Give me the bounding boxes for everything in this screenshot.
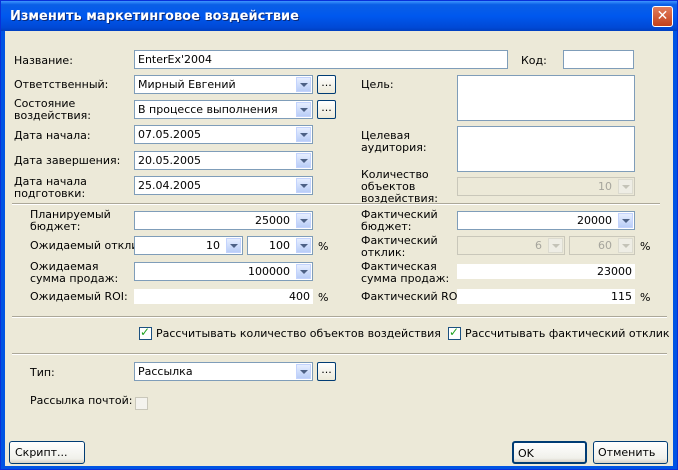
actual-roi-unit: % bbox=[640, 291, 651, 304]
expected-roi-value: 400 bbox=[134, 289, 313, 304]
type-label: Тип: bbox=[30, 366, 55, 379]
end-date-picker[interactable]: 20.05.2005 bbox=[134, 151, 313, 170]
type-value: Рассылка bbox=[138, 365, 193, 378]
actual-budget-value: 20000 bbox=[577, 214, 612, 227]
expected-roi-unit: % bbox=[318, 291, 329, 304]
code-input[interactable] bbox=[563, 50, 634, 69]
chevron-down-icon[interactable] bbox=[618, 238, 633, 253]
separator bbox=[12, 316, 667, 318]
actual-response-unit: % bbox=[640, 240, 651, 253]
script-button[interactable]: Скрипт... bbox=[9, 441, 85, 464]
state-browse-button[interactable]: ... bbox=[317, 100, 336, 119]
close-button[interactable]: ✕ bbox=[652, 6, 673, 27]
planned-budget-label: Планируемый бюджет: bbox=[30, 208, 111, 233]
expected-response-count-combo[interactable]: 10 bbox=[134, 236, 243, 255]
calc-objects-checkbox[interactable] bbox=[139, 325, 152, 340]
chevron-down-icon[interactable] bbox=[618, 213, 633, 228]
actual-budget-label: Фактический бюджет: bbox=[361, 208, 438, 233]
goal-label: Цель: bbox=[361, 78, 394, 91]
dialog-body: Название: EnterEx'2004 Код: Ответственны… bbox=[5, 31, 673, 466]
responsible-browse-button[interactable]: ... bbox=[317, 75, 336, 94]
chevron-down-icon[interactable] bbox=[618, 179, 633, 194]
name-input[interactable]: EnterEx'2004 bbox=[134, 50, 508, 69]
expected-response-percent-value: 100 bbox=[269, 239, 290, 252]
responsible-value: Мирный Евгений bbox=[138, 78, 236, 91]
objects-count-value: 10 bbox=[598, 180, 612, 193]
chevron-down-icon[interactable] bbox=[296, 364, 311, 379]
actual-sales-value: 23000 bbox=[457, 264, 635, 279]
actual-roi-value: 115 bbox=[457, 289, 635, 304]
target-audience-label: Целевая аудитория: bbox=[361, 129, 427, 154]
chevron-down-icon[interactable] bbox=[226, 238, 241, 253]
mail-delivery-checkbox[interactable] bbox=[135, 397, 148, 410]
chevron-down-icon[interactable] bbox=[296, 153, 311, 168]
start-date-picker[interactable]: 07.05.2005 bbox=[134, 125, 313, 144]
target-audience-textarea[interactable] bbox=[457, 126, 635, 172]
planned-budget-combo[interactable]: 25000 bbox=[134, 211, 313, 230]
chevron-down-icon[interactable] bbox=[548, 238, 563, 253]
objects-count-combo[interactable]: 10 bbox=[457, 177, 635, 196]
dialog-window: Изменить маркетинговое воздействие ✕ Наз… bbox=[0, 0, 678, 470]
chevron-down-icon[interactable] bbox=[296, 77, 311, 92]
start-date-label: Дата начала: bbox=[14, 129, 91, 142]
chevron-down-icon[interactable] bbox=[296, 127, 311, 142]
chevron-down-icon[interactable] bbox=[296, 213, 311, 228]
actual-sales-label: Фактическая сумма продаж: bbox=[361, 260, 450, 285]
ok-button[interactable]: OK bbox=[512, 441, 587, 464]
state-label: Состояние воздействия: bbox=[14, 97, 91, 122]
planned-budget-value: 25000 bbox=[255, 214, 290, 227]
expected-response-label: Ожидаемый отклик: bbox=[30, 239, 149, 252]
end-date-value: 20.05.2005 bbox=[138, 154, 201, 167]
type-combo[interactable]: Рассылка bbox=[134, 362, 313, 381]
prep-start-label: Дата начала подготовки: bbox=[14, 175, 87, 200]
actual-response-label: Фактический отклик: bbox=[361, 234, 438, 259]
actual-roi-label: Фактический ROI: bbox=[361, 290, 465, 303]
goal-textarea[interactable] bbox=[457, 75, 635, 121]
actual-response-count-combo[interactable]: 6 bbox=[457, 236, 565, 255]
expected-sales-combo[interactable]: 100000 bbox=[134, 262, 313, 281]
expected-roi-label: Ожидаемый ROI: bbox=[30, 290, 128, 303]
title-bar: Изменить маркетинговое воздействие ✕ bbox=[1, 1, 677, 31]
chevron-down-icon[interactable] bbox=[296, 264, 311, 279]
prep-start-value: 25.04.2005 bbox=[138, 179, 201, 192]
separator bbox=[12, 353, 667, 355]
calc-response-label[interactable]: Рассчитывать фактический отклик bbox=[465, 328, 670, 340]
expected-response-percent-combo[interactable]: 100 bbox=[247, 236, 313, 255]
state-combo[interactable]: В процессе выполнения bbox=[134, 100, 313, 119]
actual-response-percent-combo[interactable]: 60 bbox=[569, 236, 635, 255]
type-browse-button[interactable]: ... bbox=[317, 362, 336, 381]
expected-sales-value: 100000 bbox=[248, 265, 290, 278]
responsible-label: Ответственный: bbox=[14, 78, 109, 91]
actual-budget-combo[interactable]: 20000 bbox=[457, 211, 635, 230]
separator bbox=[12, 203, 660, 205]
actual-response-percent-value: 60 bbox=[598, 239, 612, 252]
cancel-button[interactable]: Отменить bbox=[593, 441, 668, 464]
calc-objects-label[interactable]: Рассчитывать количество объектов воздейс… bbox=[156, 328, 441, 340]
expected-sales-label: Ожидаемая сумма продаж: bbox=[30, 260, 119, 285]
objects-count-label: Количество объектов воздействия: bbox=[361, 168, 438, 205]
state-value: В процессе выполнения bbox=[138, 103, 278, 116]
responsible-combo[interactable]: Мирный Евгений bbox=[134, 75, 313, 94]
chevron-down-icon[interactable] bbox=[296, 178, 311, 193]
chevron-down-icon[interactable] bbox=[296, 238, 311, 253]
end-date-label: Дата завершения: bbox=[14, 154, 121, 167]
name-label: Название: bbox=[14, 54, 73, 67]
mail-delivery-label: Рассылка почтой: bbox=[30, 394, 133, 407]
start-date-value: 07.05.2005 bbox=[138, 128, 201, 141]
calc-response-checkbox[interactable] bbox=[448, 325, 461, 340]
expected-response-count-value: 10 bbox=[206, 239, 220, 252]
code-label: Код: bbox=[521, 54, 547, 67]
chevron-down-icon[interactable] bbox=[296, 102, 311, 117]
prep-start-picker[interactable]: 25.04.2005 bbox=[134, 176, 313, 195]
actual-response-count-value: 6 bbox=[535, 239, 542, 252]
window-title: Изменить маркетинговое воздействие bbox=[10, 9, 299, 24]
expected-response-unit: % bbox=[318, 240, 329, 253]
